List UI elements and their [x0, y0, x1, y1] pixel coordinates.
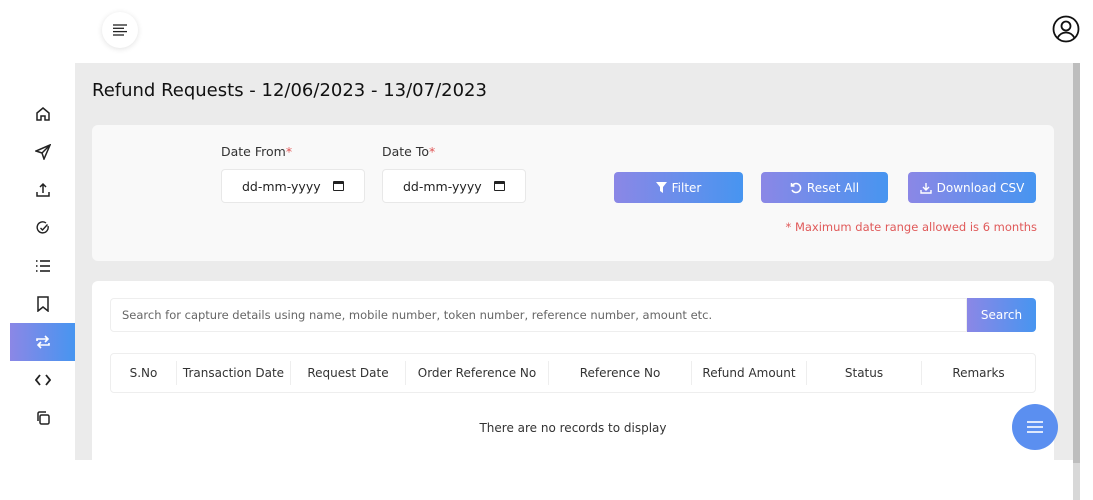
- copy-icon: [36, 411, 50, 425]
- sidebar-item-bookmark[interactable]: [10, 285, 75, 323]
- date-from-input[interactable]: dd-mm-yyyy: [221, 169, 365, 203]
- table-header: S.No Transaction Date Request Date Order…: [110, 353, 1036, 393]
- filter-card: Date From* dd-mm-yyyy Date To* dd-mm-yyy…: [92, 125, 1054, 261]
- column-header[interactable]: Request Date: [291, 361, 406, 385]
- hamburger-icon: [1027, 421, 1043, 433]
- date-to-input[interactable]: dd-mm-yyyy: [382, 169, 526, 203]
- check-circle-icon: [36, 221, 49, 234]
- menu-lines-icon: [113, 24, 127, 36]
- search-button[interactable]: Search: [967, 298, 1036, 332]
- home-icon: [35, 107, 50, 121]
- column-header[interactable]: Remarks: [922, 361, 1035, 385]
- search-input[interactable]: Search for capture details using name, m…: [110, 298, 967, 332]
- scrollbar[interactable]: [1073, 63, 1080, 500]
- filter-button[interactable]: Filter: [614, 172, 743, 203]
- sidebar-item-refunds[interactable]: [10, 323, 75, 361]
- sidebar-item-list[interactable]: [10, 247, 75, 285]
- calendar-icon: [494, 181, 505, 191]
- column-header[interactable]: Status: [807, 361, 922, 385]
- column-header[interactable]: Transaction Date: [177, 361, 291, 385]
- bookmark-icon: [36, 296, 49, 312]
- empty-state-message: There are no records to display: [479, 421, 667, 435]
- column-header[interactable]: Reference No: [549, 361, 692, 385]
- sidebar-item-upload[interactable]: [10, 171, 75, 209]
- sidebar-item-approvals[interactable]: [10, 209, 75, 247]
- sidebar-item-code[interactable]: [10, 361, 75, 399]
- menu-toggle-button[interactable]: [102, 12, 138, 48]
- column-header[interactable]: S.No: [111, 361, 177, 385]
- send-icon: [34, 144, 51, 160]
- column-header[interactable]: Refund Amount: [692, 361, 807, 385]
- calendar-icon: [333, 181, 344, 191]
- reset-all-button[interactable]: Reset All: [761, 172, 888, 203]
- refund-arrows-icon: [35, 335, 50, 349]
- code-icon: [34, 374, 51, 386]
- upload-icon: [35, 182, 50, 197]
- sidebar-item-copy[interactable]: [10, 399, 75, 437]
- filter-icon: [655, 182, 667, 193]
- user-profile-button[interactable]: [1052, 15, 1080, 43]
- user-circle-icon: [1052, 15, 1080, 43]
- date-from-label: Date From*: [221, 144, 293, 159]
- date-range-note: * Maximum date range allowed is 6 months: [785, 220, 1037, 234]
- list-icon: [35, 260, 50, 272]
- page-title: Refund Requests - 12/06/2023 - 13/07/202…: [92, 80, 487, 101]
- reset-icon: [790, 182, 802, 193]
- sidebar-item-home[interactable]: [10, 95, 75, 133]
- sidebar-item-send[interactable]: [10, 133, 75, 171]
- column-header[interactable]: Order Reference No: [406, 361, 549, 385]
- download-icon: [919, 182, 932, 194]
- date-to-label: Date To*: [382, 144, 436, 159]
- floating-menu-button[interactable]: [1012, 404, 1058, 450]
- download-csv-button[interactable]: Download CSV: [908, 172, 1036, 203]
